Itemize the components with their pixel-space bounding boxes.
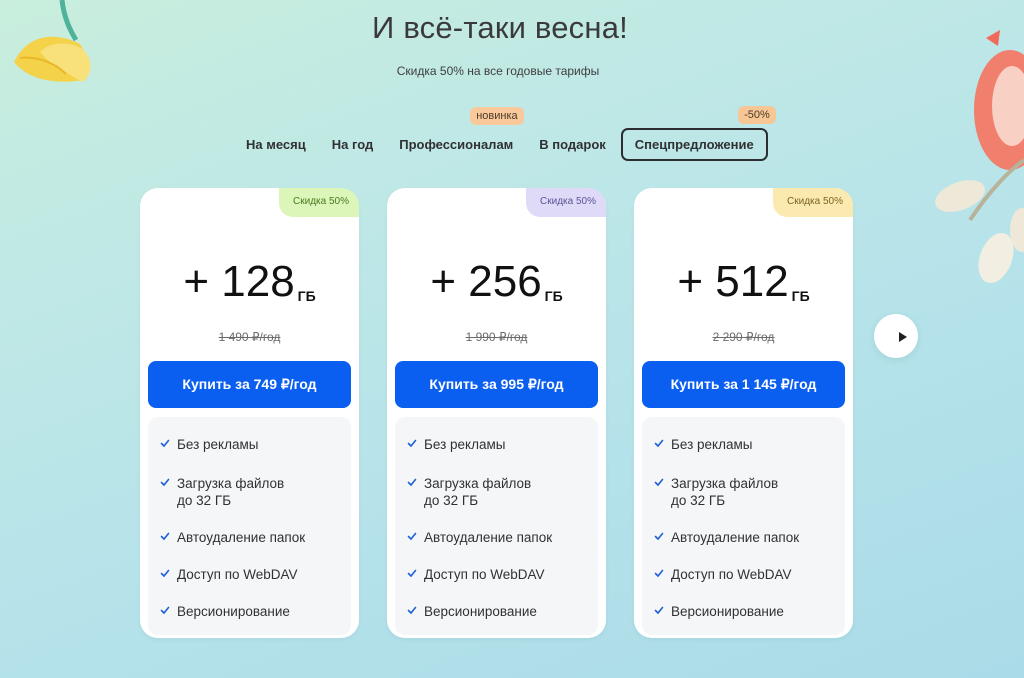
- feature-list: Без рекламы Загрузка файлов до 32 ГБ Автоу…: [395, 417, 598, 635]
- feature-list: Без рекламы Загрузка файлов до 32 ГБ Автоу…: [148, 417, 351, 635]
- feature-label: Доступ по WebDAV: [177, 567, 298, 582]
- buy-button[interactable]: Купить за 749 ₽/год: [148, 361, 351, 408]
- checkmark-icon: [160, 606, 170, 615]
- discount-badge: Скидка 50%: [279, 188, 359, 217]
- old-price: 1 990 ₽/год: [465, 330, 528, 344]
- buy-button[interactable]: Купить за 995 ₽/год: [395, 361, 598, 408]
- tab-professionals[interactable]: новинка Профессионалам: [386, 106, 526, 160]
- checkmark-icon: [407, 478, 417, 487]
- checkmark-icon: [654, 532, 664, 541]
- checkmark-icon: [654, 569, 664, 578]
- discount-badge: Скидка 50%: [526, 188, 606, 217]
- feature-label: Версионирование: [177, 604, 290, 619]
- checkmark-icon: [407, 532, 417, 541]
- tab-label: Профессионалам: [399, 136, 514, 152]
- feature-label: Доступ по WebDAV: [671, 567, 792, 582]
- tab-month[interactable]: На месяц: [233, 129, 319, 160]
- storage-volume: + 256 ГБ: [387, 250, 606, 314]
- storage-volume: + 512 ГБ: [634, 250, 853, 314]
- page-subtitle: Скидка 50% на все годовые тарифы: [396, 64, 600, 78]
- checkmark-icon: [407, 569, 417, 578]
- discount-tag: -50%: [738, 105, 776, 124]
- tab-label: Спецпредложение: [634, 136, 754, 152]
- tab-year[interactable]: На год: [319, 129, 387, 160]
- plan-card-512: Скидка 50% + 512 ГБ 2 290 ₽/год Купить за…: [634, 188, 853, 638]
- feature-label: Без рекламы: [671, 437, 753, 452]
- feature-label: Автоудаление папок: [177, 530, 306, 545]
- volume-unit: ГБ: [791, 288, 810, 304]
- checkmark-icon: [407, 439, 417, 448]
- checkmark-icon: [654, 478, 664, 487]
- page-title: И всё-таки весна!: [372, 10, 628, 45]
- feature-label: Автоудаление папок: [671, 530, 800, 545]
- feature-label: Загрузка файлов до 32 ГБ: [424, 476, 532, 508]
- feature-label: Без рекламы: [177, 437, 259, 452]
- discount-badge: Скидка 50%: [773, 188, 853, 217]
- checkmark-icon: [160, 439, 170, 448]
- volume-value: + 512: [677, 257, 789, 306]
- feature-label: Версионирование: [671, 604, 784, 619]
- old-price: 1 490 ₽/год: [218, 330, 281, 344]
- storage-volume: + 128 ГБ: [140, 250, 359, 314]
- feature-label: Загрузка файлов до 32 ГБ: [671, 476, 779, 508]
- feature-label: Доступ по WebDAV: [424, 567, 545, 582]
- next-slide-button[interactable]: [874, 314, 918, 358]
- buy-button[interactable]: Купить за 1 145 ₽/год: [642, 361, 845, 408]
- volume-unit: ГБ: [297, 288, 316, 304]
- checkmark-icon: [654, 439, 664, 448]
- checkmark-icon: [407, 606, 417, 615]
- new-tag: новинка: [470, 106, 524, 125]
- feature-list: Без рекламы Загрузка файлов до 32 ГБ Автоу…: [642, 417, 845, 635]
- feature-label: Загрузка файлов до 32 ГБ: [177, 476, 285, 508]
- feature-label: Автоудаление папок: [424, 530, 553, 545]
- checkmark-icon: [654, 606, 664, 615]
- tab-label: На месяц: [246, 136, 306, 152]
- volume-unit: ГБ: [544, 288, 563, 304]
- checkmark-icon: [160, 569, 170, 578]
- tab-label: На год: [331, 136, 374, 152]
- tab-gift[interactable]: В подарок: [526, 129, 619, 160]
- play-arrow-icon: [899, 332, 907, 342]
- volume-value: + 256: [430, 257, 542, 306]
- tab-label: В подарок: [539, 136, 606, 152]
- old-price: 2 290 ₽/год: [712, 330, 775, 344]
- checkmark-icon: [160, 532, 170, 541]
- plan-card-128: Скидка 50% + 128 ГБ 1 490 ₽/год Купить за…: [140, 188, 359, 638]
- period-tabs: На месяц На год новинка Профессионалам В…: [233, 105, 776, 161]
- volume-value: + 128: [183, 257, 295, 306]
- checkmark-icon: [160, 478, 170, 487]
- feature-label: Без рекламы: [424, 437, 506, 452]
- feature-label: Версионирование: [424, 604, 537, 619]
- tab-special-offer[interactable]: -50% Спецпредложение: [620, 105, 776, 161]
- plan-card-256: Скидка 50% + 256 ГБ 1 990 ₽/год Купить за…: [387, 188, 606, 638]
